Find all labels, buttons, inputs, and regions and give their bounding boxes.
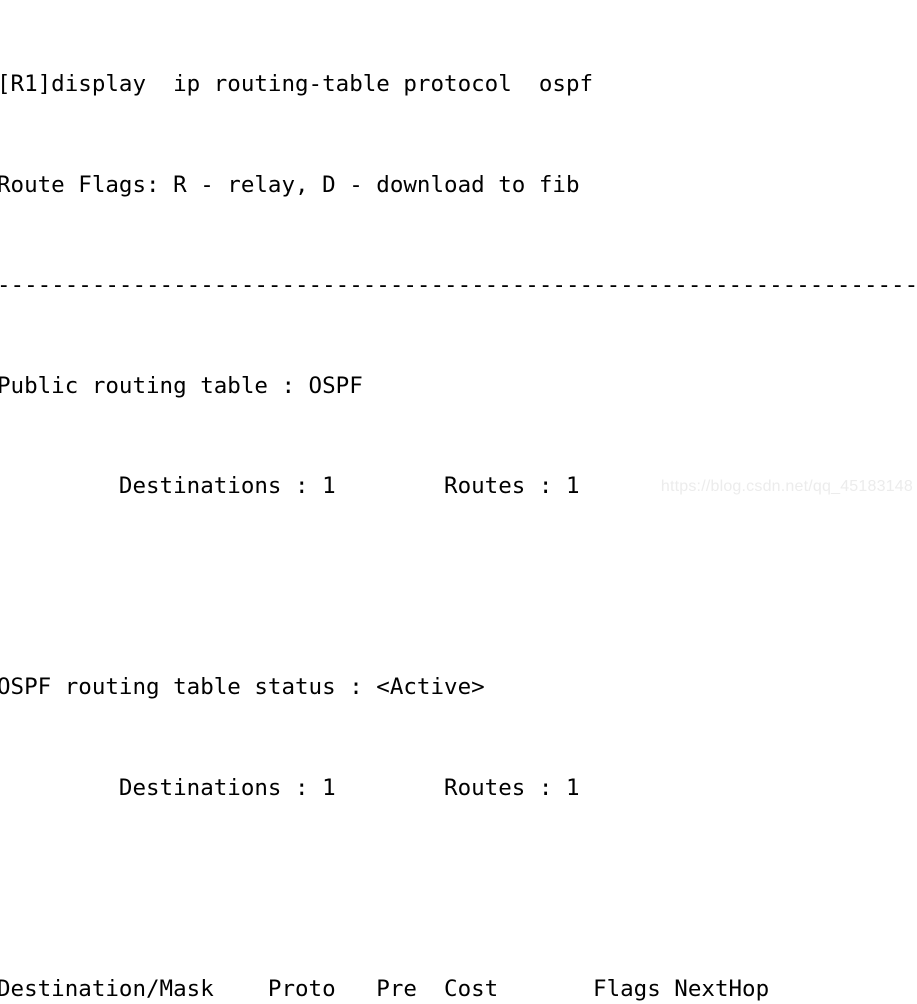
public-routing-table-line: Public routing table : OSPF [0, 370, 917, 404]
separator-line: ----------------------------------------… [0, 269, 917, 303]
blank-line-2 [0, 872, 917, 906]
route-table-header-line: Destination/Mask Proto Pre Cost Flags Ne… [0, 973, 917, 1004]
command-prompt-line: [R1]display ip routing-table protocol os… [0, 68, 917, 102]
active-counts-line: Destinations : 1 Routes : 1 [0, 772, 917, 806]
csdn-watermark: https://blog.csdn.net/qq_45183148 [661, 478, 913, 496]
blank-line-1 [0, 571, 917, 605]
route-flags-line: Route Flags: R - relay, D - download to … [0, 169, 917, 203]
terminal-output[interactable]: [R1]display ip routing-table protocol os… [0, 0, 917, 502]
ospf-active-status-line: OSPF routing table status : <Active> [0, 671, 917, 705]
